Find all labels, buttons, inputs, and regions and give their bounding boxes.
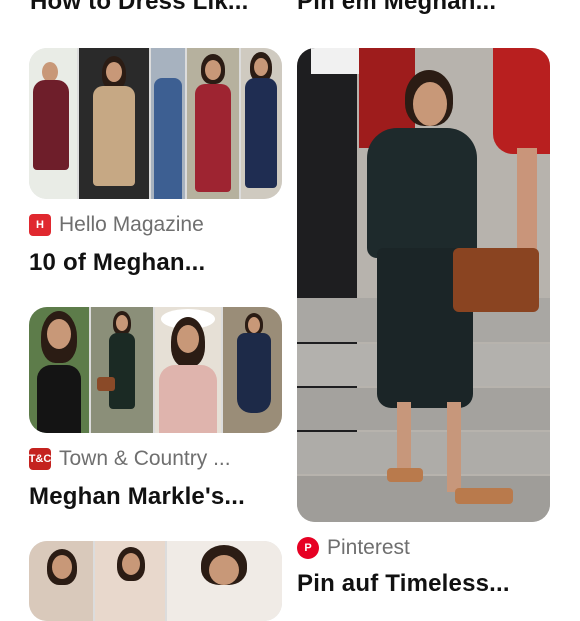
hello-magazine-icon: H — [29, 214, 51, 236]
pin-title-top-right[interactable]: Pin em Meghan... — [297, 0, 496, 16]
pinterest-icon: P — [297, 537, 319, 559]
pin-source-name: Hello Magazine — [59, 213, 204, 236]
collage-photo — [29, 541, 93, 621]
town-and-country-icon: T&C — [29, 448, 51, 470]
collage-photo — [155, 307, 221, 433]
pin-image-collage-2[interactable] — [29, 307, 282, 433]
collage-photo — [79, 48, 149, 199]
collage-photo — [167, 541, 282, 621]
collage-photo — [29, 48, 77, 199]
collage-photo — [151, 48, 185, 199]
pin-title-top-left[interactable]: How to Dress Lik... — [30, 0, 249, 16]
pin-title[interactable]: 10 of Meghan... — [29, 249, 205, 277]
pin-image-tall[interactable] — [297, 48, 550, 522]
collage-photo — [187, 48, 239, 199]
collage-photo — [95, 541, 165, 621]
pin-title[interactable]: Meghan Markle's... — [29, 483, 245, 511]
pin-image-collage-3[interactable] — [29, 541, 282, 621]
pin-source-1[interactable]: H Hello Magazine — [29, 213, 204, 237]
pin-source-name: Town & Country ... — [59, 447, 231, 470]
pin-title[interactable]: Pin auf Timeless... — [297, 570, 510, 598]
collage-photo — [223, 307, 282, 433]
collage-photo — [29, 307, 89, 433]
collage-photo — [91, 307, 153, 433]
collage-photo — [241, 48, 282, 199]
pin-source-2[interactable]: T&C Town & Country ... — [29, 447, 231, 471]
pin-source-3[interactable]: P Pinterest — [297, 536, 410, 560]
pin-image-collage-1[interactable] — [29, 48, 282, 199]
pin-source-name: Pinterest — [327, 536, 410, 559]
